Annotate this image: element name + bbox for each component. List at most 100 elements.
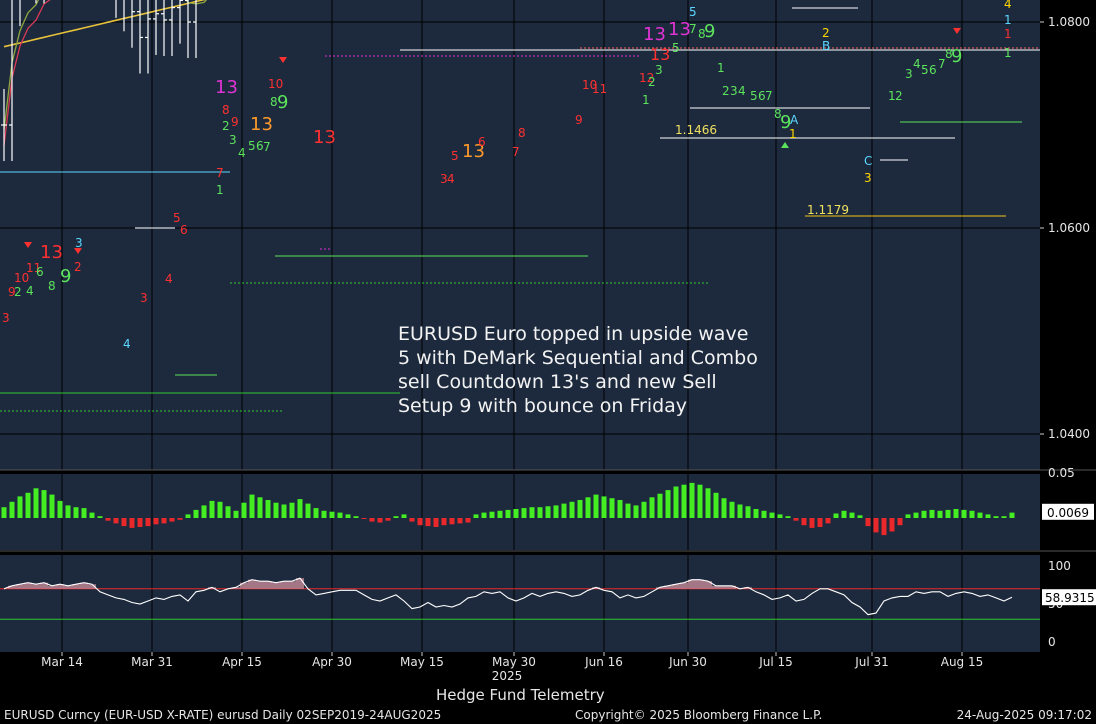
rsi-value-label: 58.9315 <box>1045 591 1095 605</box>
timestamp: 24-Aug-2025 09:17:02 <box>956 708 1092 722</box>
oscillator-bar <box>953 509 959 518</box>
oscillator-bar <box>473 514 479 518</box>
price-axis-label: 1.0800 <box>1048 15 1090 29</box>
oscillator-bar <box>41 490 47 518</box>
x-axis-label: Mar 14 <box>41 655 83 669</box>
count-number: 1 <box>1004 27 1012 41</box>
oscillator-bar <box>489 511 495 518</box>
count-number: 4 <box>238 146 246 160</box>
rsi-overbought-fill <box>288 581 296 589</box>
oscillator-bar <box>825 518 831 524</box>
x-axis-label: May 30 <box>492 655 536 669</box>
oscillator-bar <box>681 484 687 518</box>
sequential-13-red-3: 13 <box>650 45 670 64</box>
oscillator-bar <box>177 518 183 520</box>
oscillator-bar <box>497 510 503 518</box>
oscillator-bar <box>985 514 991 518</box>
oscillator-bar <box>713 492 719 518</box>
count-number: 3 <box>905 67 913 81</box>
count-number: 7 <box>263 140 271 154</box>
oscillator-bar <box>769 512 775 518</box>
oscillator-bar <box>1009 512 1015 518</box>
oscillator-bar <box>721 498 727 518</box>
count-number: 7 <box>216 166 224 180</box>
count-number: 8 <box>945 47 953 61</box>
credit-label: Hedge Fund Telemetry <box>436 686 605 704</box>
oscillator-bar <box>273 502 279 518</box>
oscillator-bar <box>801 518 807 526</box>
count-number: 7 <box>512 145 520 159</box>
oscillator-bar <box>57 500 63 518</box>
oscillator-bar <box>233 510 239 518</box>
oscillator-bar <box>521 508 527 518</box>
count-number: 4 <box>26 284 34 298</box>
count-number: 2 <box>74 260 82 274</box>
oscillator-bar <box>153 518 159 525</box>
oscillator-bar <box>33 488 39 518</box>
oscillator-bar <box>113 518 119 524</box>
oscillator-bar <box>649 497 655 518</box>
oscillator-bar <box>249 494 255 518</box>
oscillator-bar <box>1 507 7 518</box>
oscillator-bar <box>569 501 575 518</box>
oscillator-bar <box>617 500 623 518</box>
count-number: 2 <box>648 75 656 89</box>
count-number: 3 <box>229 133 237 147</box>
oscillator-bar <box>897 518 903 526</box>
count-number: 3 <box>140 291 148 305</box>
oscillator-bar <box>369 518 375 522</box>
price-axis-label: 1.0400 <box>1048 427 1090 441</box>
rsi-overbought-fill <box>32 584 40 589</box>
oscillator-bar <box>529 507 535 518</box>
oscillator-bar <box>313 508 319 518</box>
x-axis-label: Jul 31 <box>854 655 889 669</box>
oscillator-bar <box>281 504 287 518</box>
oscillator-bar <box>201 505 207 518</box>
x-axis-label: Jul 15 <box>758 655 793 669</box>
oscillator-bar <box>17 496 23 518</box>
count-number: 4 <box>1004 0 1012 11</box>
oscillator-bar <box>401 514 407 518</box>
oscillator-panel-bg <box>0 474 1040 550</box>
oscillator-bar <box>9 501 15 518</box>
oscillator-bar <box>457 518 463 524</box>
x-axis-label: Mar 31 <box>131 655 173 669</box>
count-number: 1 <box>642 93 650 107</box>
price-axis-bg <box>1040 0 1096 470</box>
oscillator-bar <box>657 493 663 518</box>
setup-9-green-4: 9 <box>951 46 962 67</box>
oscillator-bar <box>321 510 327 518</box>
count-number: 2 <box>222 119 230 133</box>
oscillator-bar <box>609 498 615 518</box>
oscillator-bar <box>425 518 431 527</box>
count-number: 4 <box>738 84 746 98</box>
oscillator-bar <box>137 518 143 527</box>
oscillator-bar <box>345 514 351 518</box>
oscillator-bar <box>545 506 551 518</box>
oscillator-bar <box>329 511 335 518</box>
oscillator-bar <box>185 514 191 518</box>
count-number: 6 <box>180 223 188 237</box>
count-number: 1 <box>1004 13 1012 27</box>
x-axis-label: Aug 15 <box>941 655 984 669</box>
combo-13-magenta-3: 13 <box>668 19 691 40</box>
count-number: 6 <box>36 265 44 279</box>
oscillator-bar <box>265 500 271 518</box>
sequential-13-red-2: 13 <box>313 127 336 148</box>
oscillator-bar <box>537 507 543 518</box>
oscillator-bar <box>385 518 391 521</box>
oscillator-bar <box>705 488 711 518</box>
count-number: 9 <box>575 113 583 127</box>
count-number: A <box>790 113 799 127</box>
oscillator-bar <box>449 518 455 525</box>
oscillator-bar <box>193 509 199 518</box>
count-number: 2 <box>822 26 830 40</box>
count-number: 7 <box>689 22 697 36</box>
oscillator-bar <box>729 501 735 518</box>
count-number: 4 <box>913 57 921 71</box>
rsi-overbought-fill <box>280 581 288 589</box>
rsi-overbought-fill <box>696 579 704 589</box>
oscillator-bar <box>169 518 175 522</box>
oscillator-bar <box>865 518 871 527</box>
x-axis-year-label: 2025 <box>492 669 523 683</box>
